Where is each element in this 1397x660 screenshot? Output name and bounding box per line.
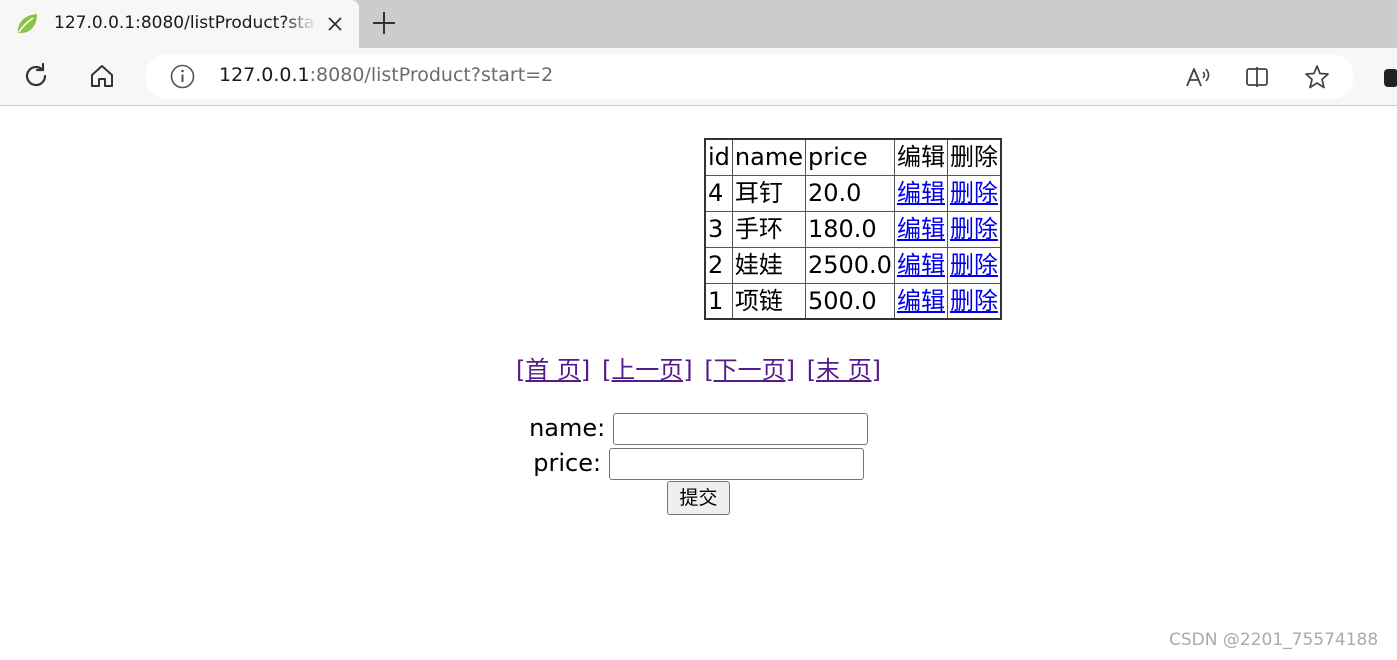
url-path: :8080/listProduct?start=2 (309, 64, 554, 86)
delete-cell: 删除 (946, 210, 1002, 248)
table-row: 4 耳钉 20.0 编辑 删除 (704, 174, 1002, 212)
new-tab-plus-icon[interactable] (369, 8, 399, 38)
url-host: 127.0.0.1 (219, 64, 310, 86)
header-edit: 编辑 (893, 138, 948, 176)
favorite-star-icon[interactable] (1303, 63, 1331, 91)
table-row: 2 娃娃 2500.0 编辑 删除 (704, 246, 1002, 284)
edit-link[interactable]: 编辑 (897, 287, 945, 315)
edit-link[interactable]: 编辑 (897, 215, 945, 243)
edit-cell: 编辑 (893, 246, 948, 284)
delete-cell: 删除 (946, 282, 1002, 320)
cell-id: 3 (704, 210, 733, 248)
home-icon[interactable] (87, 61, 117, 91)
cell-name: 手环 (731, 210, 806, 248)
split-screen-icon[interactable] (1243, 63, 1271, 91)
submit-row: 提交 (0, 481, 1397, 515)
cell-name: 项链 (731, 282, 806, 320)
browser-tab-active[interactable]: 127.0.0.1:8080/listProduct?start=2 (0, 0, 359, 48)
name-label: name: (529, 414, 606, 442)
header-id: id (704, 138, 733, 176)
price-input[interactable] (608, 448, 864, 480)
csdn-watermark: CSDN @2201_75574188 (1169, 630, 1379, 650)
delete-link[interactable]: 删除 (950, 215, 998, 243)
delete-link[interactable]: 删除 (950, 251, 998, 279)
table-header-row: id name price 编辑 删除 (704, 138, 1002, 176)
cell-id: 1 (704, 282, 733, 320)
delete-link[interactable]: 删除 (950, 287, 998, 315)
delete-link[interactable]: 删除 (950, 179, 998, 207)
cell-id: 2 (704, 246, 733, 284)
address-bar[interactable]: 127.0.0.1:8080/listProduct?start=2 (145, 54, 1354, 99)
submit-button[interactable]: 提交 (667, 481, 730, 515)
close-icon[interactable] (324, 13, 346, 35)
last-page-link[interactable]: [末 页] (807, 356, 881, 384)
name-row: name: (0, 413, 1397, 445)
cell-price: 500.0 (804, 282, 895, 320)
edit-cell: 编辑 (893, 282, 948, 320)
cell-name: 耳钉 (731, 174, 806, 212)
profile-icon[interactable] (1384, 69, 1397, 87)
read-aloud-icon[interactable] (1184, 63, 1212, 91)
page-content: id name price 编辑 删除 4 耳钉 20.0 编辑 删除 3 手环… (0, 107, 1397, 660)
table-row: 3 手环 180.0 编辑 删除 (704, 210, 1002, 248)
price-label: price: (533, 449, 602, 477)
cell-id: 4 (704, 174, 733, 212)
price-row: price: (0, 448, 1397, 480)
edit-cell: 编辑 (893, 174, 948, 212)
first-page-link[interactable]: [首 页] (516, 356, 590, 384)
edit-cell: 编辑 (893, 210, 948, 248)
url-text[interactable]: 127.0.0.1:8080/listProduct?start=2 (219, 64, 553, 86)
cell-price: 20.0 (804, 174, 895, 212)
spring-leaf-icon (17, 14, 37, 33)
prev-page-link[interactable]: [上一页] (602, 356, 693, 384)
browser-toolbar: 127.0.0.1:8080/listProduct?start=2 (0, 48, 1397, 106)
pagination: [首 页] [上一页] [下一页] [末 页] (0, 350, 1397, 385)
header-price: price (804, 138, 895, 176)
delete-cell: 删除 (946, 174, 1002, 212)
edit-link[interactable]: 编辑 (897, 179, 945, 207)
cell-name: 娃娃 (731, 246, 806, 284)
next-page-link[interactable]: [下一页] (704, 356, 795, 384)
tab-strip: 127.0.0.1:8080/listProduct?start=2 (0, 0, 1397, 48)
tab-title: 127.0.0.1:8080/listProduct?start=2 (54, 13, 316, 33)
name-input[interactable] (612, 413, 868, 445)
edit-link[interactable]: 编辑 (897, 251, 945, 279)
delete-cell: 删除 (946, 246, 1002, 284)
header-name: name (731, 138, 806, 176)
header-delete: 删除 (946, 138, 1002, 176)
table-row: 1 项链 500.0 编辑 删除 (704, 282, 1002, 320)
reload-icon[interactable] (21, 61, 51, 91)
cell-price: 180.0 (804, 210, 895, 248)
cell-price: 2500.0 (804, 246, 895, 284)
product-table: id name price 编辑 删除 4 耳钉 20.0 编辑 删除 3 手环… (704, 138, 1002, 320)
site-info-icon[interactable] (169, 63, 196, 90)
